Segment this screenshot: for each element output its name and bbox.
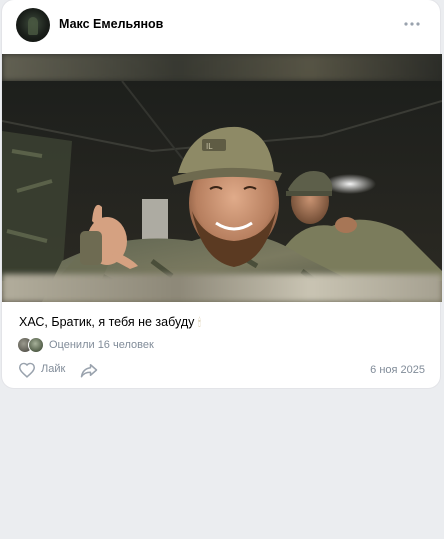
likes-summary-text[interactable]: Оценили 16 человек [49,339,154,351]
like-button[interactable]: Лайк [18,361,78,379]
share-button[interactable] [80,362,98,378]
like-label: Лайк [41,363,66,375]
post-date[interactable]: 6 ноя 2025 [370,364,425,376]
photo-image: IL [2,81,442,302]
post-text: ХАС, Братик, я тебя не забуду 🕯 [19,315,201,330]
more-options-icon[interactable] [402,14,422,34]
post-text-body: ХАС, Братик, я тебя не забуду [19,315,195,329]
post-header: Макс Емельянов [2,0,440,52]
heart-outline-icon [18,362,36,378]
author-avatar[interactable] [16,8,50,42]
share-arrow-icon [80,364,98,378]
post-photo[interactable]: IL [2,54,442,302]
candle-emoji: 🕯 [197,317,201,329]
photo-blur-bottom [2,274,442,302]
liker-avatar [28,337,44,353]
post-card: Макс Емельянов IL ХАС, Братик, я тебя не… [2,0,442,388]
photo-blur-top [2,54,442,81]
svg-text:IL: IL [206,142,213,151]
author-name[interactable]: Макс Емельянов [59,17,163,31]
